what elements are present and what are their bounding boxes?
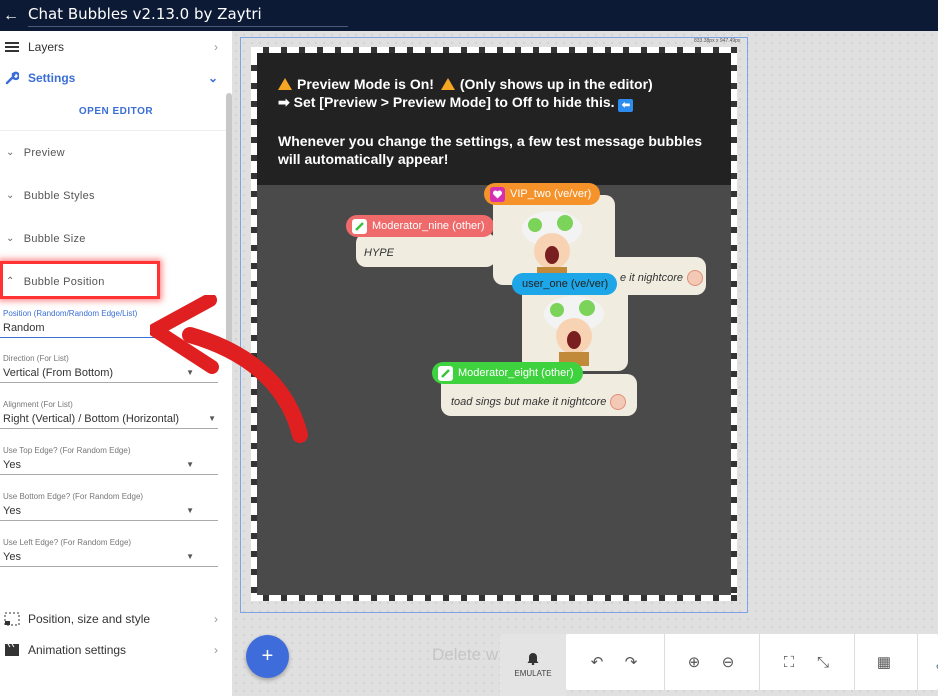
dropdown-caret-icon: ▼ [186,552,194,561]
animation-settings-row[interactable]: Animation settings › [0,635,232,665]
chevron-right-icon: › [214,643,218,657]
toad-emote-image [544,296,604,366]
emulate-label: EMULATE [514,669,552,678]
zoom-out-icon[interactable]: ⊖ [717,651,739,673]
message-text: toad sings but make it nightcore [451,395,607,408]
dashed-box-icon [4,612,20,626]
speaker-icon[interactable]: 🔈 [934,651,938,673]
audio-group: 🔈 [918,634,938,690]
username-tag-vip: VIP_two (ve/ver) [484,183,601,205]
chevron-down-icon: ⌄ [207,70,218,85]
settings-label: Settings [28,70,76,85]
page-title: Chat Bubbles v2.13.0 by Zaytri [28,5,348,27]
bell-icon [527,653,539,665]
redo-icon[interactable]: ↷ [620,651,642,673]
grid-group: ▦ [855,634,918,690]
emote-icon [686,270,703,286]
bottom-edge-select[interactable]: Yes ▼ [0,501,218,521]
clapperboard-icon [4,643,20,657]
position-input[interactable]: Random [0,318,158,338]
back-arrow-icon[interactable]: ← [0,7,22,25]
sword-icon [438,365,453,381]
message-text: e it nightcore [620,271,683,284]
heart-icon [490,186,505,202]
section-label: Preview [23,146,65,159]
row-label: Position, size and style [28,612,151,626]
left-edge-select[interactable]: Yes ▼ [0,547,218,567]
username-tag-user-one: user_one (ve/ver) [512,273,618,295]
open-editor-button[interactable]: OPEN EDITOR [0,93,232,131]
bottom-edge-field-label: Use Bottom Edge? (For Random Edge) [3,492,144,501]
add-button[interactable]: + [246,635,289,678]
chevron-right-icon: › [214,39,218,54]
section-label: Bubble Styles [23,189,95,202]
notice-line1: Preview Mode is On! [297,76,434,92]
grid-icon[interactable]: ▦ [873,651,895,673]
top-bar: ← Chat Bubbles v2.13.0 by Zaytri [0,0,938,31]
emote-icon [610,394,627,410]
left-edge-value: Yes [3,550,21,563]
left-edge-field-label: Use Left Edge? (For Random Edge) [3,538,132,547]
layers-icon [4,40,20,54]
undo-icon[interactable]: ↶ [586,651,608,673]
settings-row[interactable]: Settings ⌄ [0,62,232,93]
notice-line2: ➡ Set [Preview > Preview Mode] to Off to… [278,94,615,110]
row-label: Animation settings [28,643,127,657]
section-bubble-styles[interactable]: ⌄ Bubble Styles [0,174,232,217]
bottom-edge-value: Yes [3,504,21,517]
highlight-outline [0,261,160,299]
expand-icon[interactable]: ⛶ [778,651,800,673]
message-text: HYPE [364,247,394,259]
toad-emote-image [522,211,582,281]
chevron-down-icon: ⌄ [6,233,15,244]
red-arrow-annotation [150,295,308,443]
username: user_one (ve/ver) [522,278,609,290]
top-edge-value: Yes [3,458,21,471]
wrench-icon [4,71,20,85]
direction-value: Vertical (From Bottom) [3,366,114,379]
layers-label: Layers [28,39,65,54]
notice-line3: Whenever you change the settings, a few … [278,133,703,149]
emulate-button[interactable]: EMULATE [500,634,566,696]
top-edge-select[interactable]: Yes ▼ [0,455,218,475]
warning-icon [278,78,292,90]
warning-icon [440,78,455,90]
bottom-menu: Position, size and style › Animation set… [0,603,232,665]
notice-line4: will automatically appear! [278,151,449,167]
username: VIP_two (ve/ver) [510,188,592,200]
notice-line1b: (Only shows up in the editor) [459,76,653,92]
chat-bubble-moderator-nine: HYPE [356,233,496,267]
dropdown-caret-icon: ▼ [186,506,194,515]
chevron-right-icon: › [214,612,218,626]
sword-icon [352,218,367,234]
username: Moderator_eight (other) [458,367,574,379]
history-group: ↶ ↷ [566,634,665,690]
username-tag-moderator-eight: Moderator_eight (other) [432,362,583,384]
zoom-group: ⊕ ⊖ [665,634,760,690]
position-size-style-row[interactable]: Position, size and style › [0,603,232,635]
section-label: Bubble Size [23,232,86,245]
dimension-readout: 833.38px x 947.49px [694,38,741,44]
dropdown-caret-icon: ▼ [186,460,194,469]
layers-row[interactable]: Layers › [0,31,232,62]
preview-notice: Preview Mode is On! (Only shows up in th… [257,53,731,185]
chevron-down-icon: ⌄ [6,190,15,201]
chevron-down-icon: ⌄ [6,147,15,158]
fit-group: ⛶ ⤡ [760,634,855,690]
section-preview[interactable]: ⌄ Preview [0,131,232,174]
left-arrow-icon: ⬅ [618,99,634,112]
top-edge-field-label: Use Top Edge? (For Random Edge) [3,446,131,455]
zoom-in-icon[interactable]: ⊕ [683,651,705,673]
username: Moderator_nine (other) [372,220,485,232]
delete-hint: Delete w [432,645,499,664]
username-tag-moderator-nine: Moderator_nine (other) [346,215,494,237]
canvas-toolbar: ↶ ↷ ⊕ ⊖ ⛶ ⤡ ▦ 🔈 [566,634,938,690]
shrink-icon[interactable]: ⤡ [812,651,834,673]
section-bubble-size[interactable]: ⌄ Bubble Size [0,217,232,260]
